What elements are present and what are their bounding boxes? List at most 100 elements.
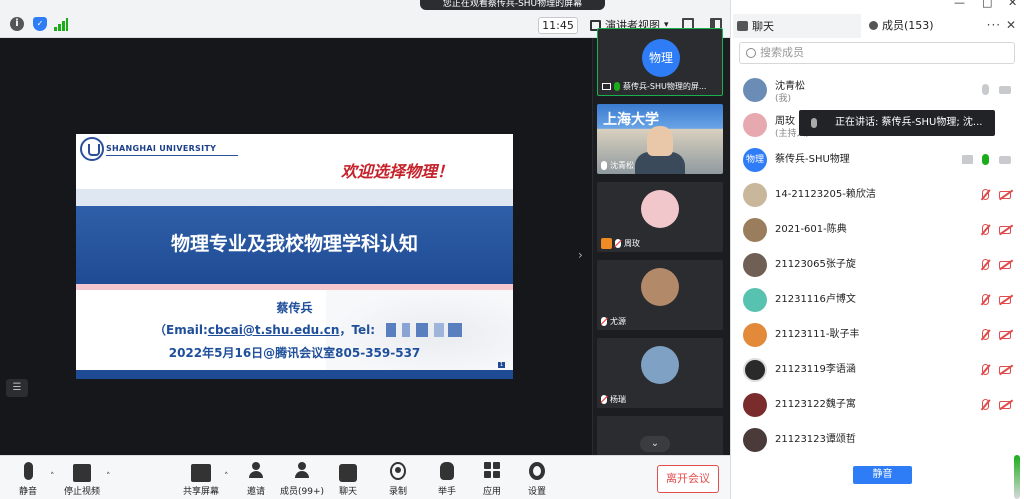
camera-off-icon[interactable]: [999, 226, 1011, 234]
slide-page-number: 1: [497, 362, 505, 368]
divider: [106, 155, 238, 156]
mic-active-icon[interactable]: [982, 154, 989, 165]
video-tile[interactable]: 上海大学 沈青松: [597, 104, 723, 174]
camera-icon[interactable]: [999, 156, 1011, 164]
video-tile[interactable]: 周玫: [597, 182, 723, 252]
redacted-mosaic: [386, 323, 466, 337]
stop-video-button[interactable]: 停止视频: [58, 462, 106, 497]
camera-icon[interactable]: [999, 86, 1011, 94]
mic-muted-icon[interactable]: [982, 259, 989, 270]
apps-label: 应用: [482, 487, 501, 497]
record-icon: [390, 462, 406, 480]
close-window-icon[interactable]: ✕: [1008, 0, 1017, 9]
university-name: SHANGHAI UNIVERSITY: [106, 144, 217, 153]
maximize-icon[interactable]: □: [982, 0, 992, 9]
scrollbar[interactable]: [1014, 455, 1020, 499]
tab-chat[interactable]: 聊天: [733, 14, 861, 38]
camera-off-icon[interactable]: [999, 366, 1011, 374]
mute-button[interactable]: 静音: [4, 462, 52, 497]
video-tile[interactable]: 杨瑞: [597, 338, 723, 408]
member-name: 21123123谭颂哲: [775, 434, 856, 445]
record-button[interactable]: 录制: [374, 462, 422, 497]
list-item[interactable]: 21123119李语涵: [731, 352, 1024, 387]
invite-label: 邀请: [246, 487, 265, 497]
participant-name: 蔡传兵-SHU物理的屏...: [623, 82, 707, 91]
avatar: 物理: [743, 148, 767, 172]
share-screen-button[interactable]: 共享屏幕: [177, 462, 225, 497]
mic-muted-icon[interactable]: [982, 364, 989, 375]
mic-muted-icon[interactable]: [982, 189, 989, 200]
email-suffix: ，Tel:: [339, 323, 376, 337]
list-item[interactable]: 21123111-耿子丰: [731, 317, 1024, 352]
list-item[interactable]: 21123065张子旋: [731, 247, 1024, 282]
close-icon[interactable]: ✕: [1006, 18, 1017, 32]
avatar: [743, 428, 767, 452]
chevron-right-icon[interactable]: ›: [578, 248, 583, 262]
mic-icon[interactable]: [982, 84, 989, 95]
list-item[interactable]: 2021-601-陈典: [731, 212, 1024, 247]
more-icon[interactable]: ···: [987, 18, 1001, 32]
video-tile[interactable]: 物理 蔡传兵-SHU物理的屏...: [597, 28, 723, 96]
menu-icon[interactable]: ☰: [6, 379, 28, 397]
video-tile-label: 杨瑞: [601, 394, 626, 405]
participant-name: 周玫: [624, 239, 640, 248]
video-tile[interactable]: 尤源: [597, 260, 723, 330]
chevron-down-icon[interactable]: ⌄: [640, 436, 670, 452]
speaking-text: 正在讲话: 蔡传兵-SHU物理; 沈...: [835, 117, 983, 128]
camera-off-icon[interactable]: [999, 401, 1011, 409]
apps-button[interactable]: 应用: [468, 462, 516, 497]
list-item[interactable]: 21123123谭颂哲: [731, 422, 1024, 452]
camera-off-icon[interactable]: [999, 296, 1011, 304]
member-name: 14-21123205-赖欣洁: [775, 189, 876, 200]
mic-muted-icon[interactable]: [982, 329, 989, 340]
participant-name: 沈青松: [610, 161, 634, 170]
mic-muted-icon[interactable]: [982, 399, 989, 410]
minimize-icon[interactable]: —: [954, 0, 965, 9]
screen-share-icon: [962, 155, 973, 164]
camera-off-icon[interactable]: [999, 261, 1011, 269]
info-icon[interactable]: i: [10, 17, 24, 31]
raise-hand-button[interactable]: 举手: [423, 462, 471, 497]
settings-button[interactable]: 设置: [513, 462, 561, 497]
avatar: [743, 78, 767, 102]
search-members-input[interactable]: 搜索成员: [739, 42, 1015, 64]
screen-share-icon: [602, 83, 611, 90]
share-banner[interactable]: 您正在观看蔡传兵-SHU物理的屏幕: [420, 0, 605, 10]
leave-meeting-button[interactable]: 离开会议: [657, 465, 719, 493]
avatar: [743, 288, 767, 312]
chevron-up-icon[interactable]: ˄: [106, 472, 111, 482]
camera-off-icon[interactable]: [999, 191, 1011, 199]
chat-button[interactable]: 聊天: [324, 462, 372, 497]
member-name: 21123065张子旋: [775, 259, 856, 270]
mic-muted-icon[interactable]: [982, 224, 989, 235]
avatar: [743, 218, 767, 242]
mic-muted-icon: [601, 395, 607, 404]
chevron-up-icon[interactable]: ˄: [50, 472, 55, 482]
mute-label: 静音: [18, 487, 37, 497]
chevron-up-icon[interactable]: ˄: [224, 472, 229, 482]
invite-button[interactable]: 邀请: [232, 462, 280, 497]
video-tile-label: 尤源: [601, 316, 626, 327]
list-item[interactable]: 沈青松 (我): [731, 72, 1024, 107]
tab-members[interactable]: 成员(153) ··· ✕: [863, 14, 1024, 38]
mute-all-button[interactable]: 静音: [853, 466, 912, 484]
shield-icon[interactable]: ✓: [33, 17, 47, 31]
member-name: 周玫: [775, 116, 795, 127]
stop-video-label: 停止视频: [63, 487, 100, 497]
members-panel: — □ ✕ 聊天 成员(153) ··· ✕ 搜索成员 沈青松 (我) 周玫 (…: [730, 0, 1024, 499]
mic-muted-icon[interactable]: [982, 294, 989, 305]
slide-title: 物理专业及我校物理学科认知: [170, 233, 418, 255]
signal-icon[interactable]: [54, 18, 68, 31]
members-button[interactable]: 成员(99+): [278, 462, 326, 497]
settings-label: 设置: [527, 487, 546, 497]
list-item[interactable]: 物理 蔡传兵-SHU物理: [731, 142, 1024, 177]
apps-icon: [484, 462, 500, 480]
camera-sign: 上海大学: [603, 112, 659, 128]
avatar: 物理: [642, 39, 680, 77]
list-item[interactable]: 14-21123205-赖欣洁: [731, 177, 1024, 212]
host-badge-icon: [601, 238, 612, 249]
panel-tabs: 聊天 成员(153) ··· ✕: [731, 14, 1024, 38]
list-item[interactable]: 21123122魏子寓: [731, 387, 1024, 422]
camera-off-icon[interactable]: [999, 331, 1011, 339]
list-item[interactable]: 21231116卢博文: [731, 282, 1024, 317]
